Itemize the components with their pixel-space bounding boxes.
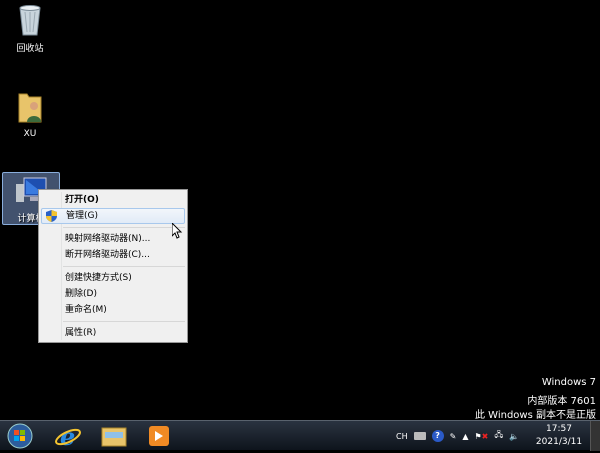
- show-hidden-icon[interactable]: ▲: [462, 432, 468, 441]
- recycle-bin-icon: [19, 5, 41, 36]
- mouse-cursor-icon: [172, 223, 183, 239]
- internet-explorer-icon: e: [55, 422, 81, 451]
- desktop-icon-label: 回收站: [16, 44, 44, 54]
- taskbar-media-player[interactable]: [138, 423, 178, 449]
- clock-time: 17:57: [546, 424, 572, 434]
- keyboard-icon[interactable]: [413, 432, 426, 440]
- menu-item-label: 管理(G): [66, 211, 98, 221]
- taskbar-file-explorer[interactable]: [93, 423, 133, 449]
- menu-separator: [63, 266, 185, 267]
- clock[interactable]: 17:57 2021/3/11: [533, 423, 585, 449]
- context-menu: 打开(O) 管理(G) 映射网络驱动器(N)... 断开网络驱动器(C)... …: [38, 189, 188, 343]
- svg-text:e: e: [60, 423, 75, 449]
- uac-shield-icon: [46, 210, 57, 222]
- menu-item-map-drive[interactable]: 映射网络驱动器(N)...: [41, 231, 185, 247]
- menu-item-rename[interactable]: 重命名(M): [41, 302, 185, 318]
- taskbar: e CH ? ✎ ▲ ⚑✖ 🖧 🔈 17:57 2021/3/11: [0, 420, 600, 451]
- menu-item-properties[interactable]: 属性(R): [41, 325, 185, 341]
- menu-separator: [63, 321, 185, 322]
- clock-date: 2021/3/11: [535, 437, 583, 447]
- taskbar-internet-explorer[interactable]: e: [48, 422, 88, 451]
- desktop-icon-label: XU: [23, 129, 37, 139]
- action-center-flag-icon[interactable]: ⚑✖: [474, 432, 488, 441]
- network-icon[interactable]: 🖧: [494, 429, 503, 443]
- desktop-icon-recycle-bin[interactable]: 回收站: [1, 4, 59, 54]
- watermark-line: Windows 7: [541, 377, 596, 388]
- menu-item-delete[interactable]: 删除(D): [41, 286, 185, 302]
- language-indicator[interactable]: CH: [396, 432, 408, 441]
- start-button[interactable]: [5, 422, 35, 450]
- show-desktop-button[interactable]: [590, 421, 600, 451]
- media-player-icon: [149, 426, 169, 446]
- menu-item-open[interactable]: 打开(O): [41, 192, 185, 208]
- watermark-line: 内部版本 7601: [527, 396, 596, 407]
- watermark-line: 此 Windows 副本不是正版: [475, 410, 596, 421]
- file-explorer-icon: [101, 427, 127, 447]
- menu-separator: [63, 227, 185, 228]
- user-folder-icon: [18, 93, 42, 123]
- desktop-icon-user-folder[interactable]: XU: [1, 90, 59, 139]
- menu-item-manage[interactable]: 管理(G): [41, 208, 185, 224]
- pen-icon[interactable]: ✎: [450, 432, 457, 441]
- menu-item-disconnect-drive[interactable]: 断开网络驱动器(C)...: [41, 247, 185, 263]
- windows-orb-icon: [7, 423, 33, 449]
- system-tray: CH ? ✎ ▲ ⚑✖ 🖧 🔈: [396, 421, 519, 451]
- help-icon[interactable]: ?: [431, 430, 444, 442]
- volume-icon[interactable]: 🔈: [509, 432, 519, 441]
- menu-item-create-shortcut[interactable]: 创建快捷方式(S): [41, 270, 185, 286]
